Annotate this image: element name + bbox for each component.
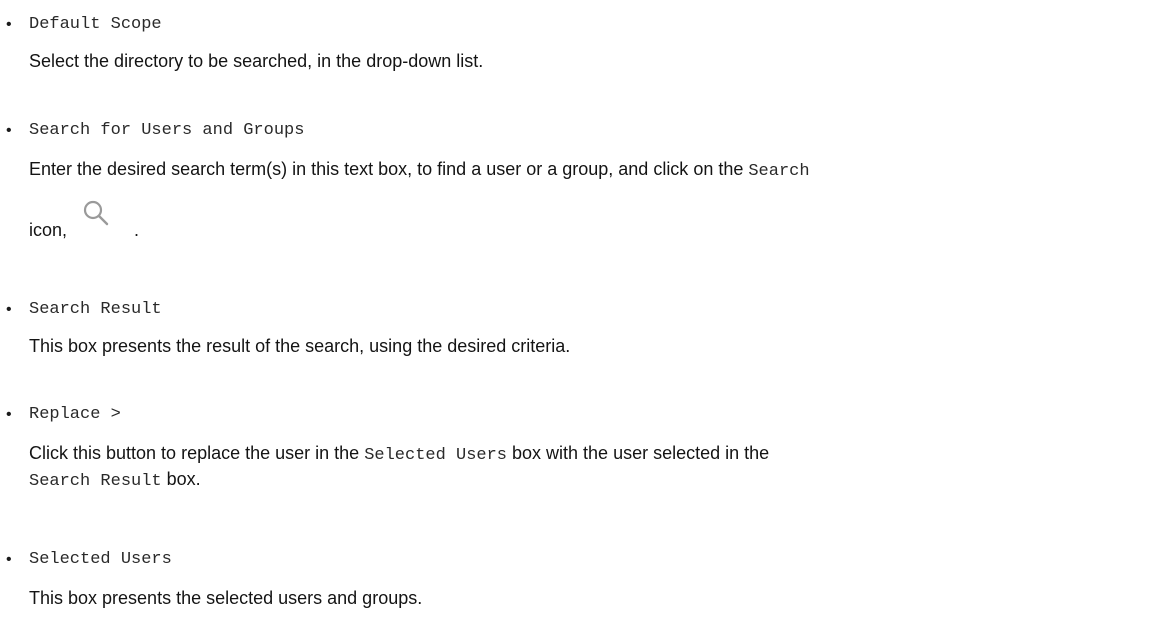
- description-text: Enter the desired search term(s) in this…: [29, 159, 749, 179]
- bullet: •: [6, 301, 12, 318]
- description-text: Click this button to replace the user in…: [29, 443, 365, 463]
- description-replace-line2: Search Result box.: [29, 468, 201, 493]
- bullet: •: [6, 406, 12, 423]
- bullet: •: [6, 16, 12, 33]
- inline-code-search: Search: [748, 162, 810, 181]
- term-search-result: Search Result: [29, 300, 162, 319]
- description-replace-line1: Click this button to replace the user in…: [29, 442, 769, 467]
- term-search-users-groups: Search for Users and Groups: [29, 121, 305, 140]
- description-search-result: This box presents the result of the sear…: [29, 336, 571, 356]
- inline-code-search-result: Search Result: [29, 472, 162, 491]
- term-selected-users: Selected Users: [29, 550, 172, 569]
- description-text: icon,: [29, 220, 68, 240]
- description-icon-line: icon, .: [29, 219, 139, 241]
- description-search-users-groups: Enter the desired search term(s) in this…: [29, 158, 810, 183]
- inline-code-selected-users: Selected Users: [364, 446, 508, 465]
- term-replace: Replace >: [29, 405, 121, 424]
- description-text: box with the user selected in the: [507, 443, 770, 463]
- description-selected-users: This box presents the selected users and…: [29, 588, 423, 608]
- search-icon: [83, 200, 109, 226]
- bullet: •: [6, 551, 12, 568]
- description-text: box.: [161, 469, 201, 489]
- bullet: •: [6, 122, 12, 139]
- description-text: .: [134, 220, 140, 240]
- term-default-scope: Default Scope: [29, 15, 162, 34]
- description-default-scope: Select the directory to be searched, in …: [29, 51, 484, 71]
